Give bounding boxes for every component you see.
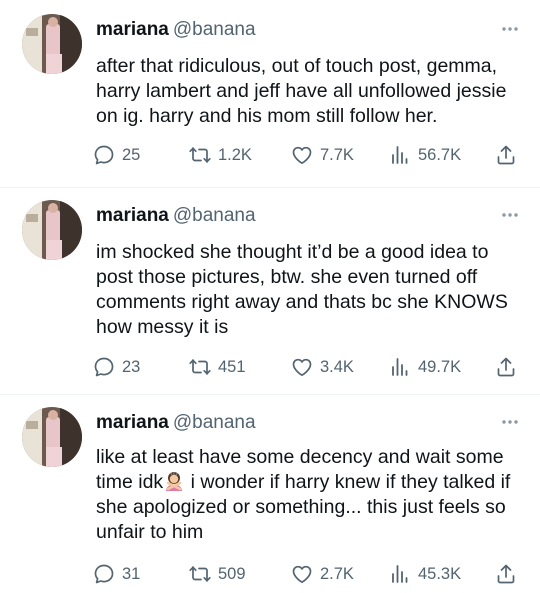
tweet[interactable]: mariana @banana like at least have some d…	[0, 395, 540, 593]
retweet-button[interactable]: 509	[188, 562, 246, 586]
reply-button[interactable]: 23	[92, 355, 140, 379]
share-icon	[497, 564, 515, 584]
tweet-header: mariana @banana	[96, 411, 256, 435]
tweet[interactable]: mariana @banana after that ridiculous, ou…	[0, 0, 540, 188]
reply-icon	[94, 564, 114, 584]
display-name[interactable]: mariana	[96, 205, 169, 226]
tweet-actions: 31 509 2.7K 45.3K	[92, 562, 524, 586]
more-icon[interactable]	[500, 210, 520, 220]
retweet-icon	[189, 359, 211, 375]
username-handle[interactable]: @banana	[173, 205, 256, 226]
like-button[interactable]: 7.7K	[290, 143, 354, 167]
tweet-actions: 23 451 3.4K 49.7K	[92, 355, 524, 379]
views-count: 49.7K	[418, 357, 462, 376]
reply-count: 31	[122, 564, 141, 583]
views-icon	[392, 358, 408, 376]
more-icon[interactable]	[500, 24, 520, 34]
views-button[interactable]: 56.7K	[388, 143, 461, 167]
views-count: 56.7K	[418, 145, 462, 164]
retweet-icon	[189, 147, 211, 163]
avatar[interactable]	[22, 407, 82, 467]
views-count: 45.3K	[418, 564, 462, 583]
views-button[interactable]: 45.3K	[388, 562, 461, 586]
tweet-actions: 25 1.2K 7.7K 56.7K	[92, 143, 524, 167]
tweet[interactable]: mariana @banana im shocked she thought it…	[0, 188, 540, 394]
views-button[interactable]: 49.7K	[388, 355, 461, 379]
like-count: 2.7K	[320, 564, 354, 583]
reply-icon	[94, 145, 114, 165]
like-count: 7.7K	[320, 145, 354, 164]
retweet-button[interactable]: 451	[188, 355, 246, 379]
display-name[interactable]: mariana	[96, 412, 169, 433]
retweet-icon	[189, 566, 211, 582]
woman-gesturing-no-emoji	[166, 472, 183, 491]
username-handle[interactable]: @banana	[173, 19, 256, 40]
share-button[interactable]	[494, 143, 518, 167]
share-icon	[497, 357, 515, 377]
username-handle[interactable]: @banana	[173, 412, 256, 433]
reply-button[interactable]: 25	[92, 143, 140, 167]
retweet-count: 1.2K	[218, 145, 252, 164]
tweet-header: mariana @banana	[96, 18, 256, 42]
reply-count: 23	[122, 357, 141, 376]
tweet-text-content: im shocked she thought it’d be a good id…	[96, 241, 508, 338]
reply-button[interactable]: 31	[92, 562, 140, 586]
views-icon	[392, 565, 408, 583]
tweet-text: im shocked she thought it’d be a good id…	[96, 240, 526, 340]
tweet-text: after that ridiculous, out of touch post…	[96, 54, 526, 129]
like-count: 3.4K	[320, 357, 354, 376]
tweet-text-content: after that ridiculous, out of touch post…	[96, 55, 507, 127]
avatar[interactable]	[22, 14, 82, 74]
tweet-text: like at least have some decency and wait…	[96, 445, 526, 545]
share-button[interactable]	[494, 355, 518, 379]
reply-icon	[94, 357, 114, 377]
more-icon[interactable]	[500, 417, 520, 427]
like-button[interactable]: 2.7K	[290, 562, 354, 586]
avatar[interactable]	[22, 200, 82, 260]
retweet-count: 451	[218, 357, 246, 376]
like-icon	[292, 146, 312, 165]
retweet-count: 509	[218, 564, 246, 583]
share-button[interactable]	[494, 562, 518, 586]
retweet-button[interactable]: 1.2K	[188, 143, 252, 167]
like-icon	[292, 358, 312, 377]
share-icon	[497, 145, 515, 165]
like-button[interactable]: 3.4K	[290, 355, 354, 379]
like-icon	[292, 565, 312, 584]
views-icon	[392, 146, 408, 164]
tweet-header: mariana @banana	[96, 204, 256, 228]
display-name[interactable]: mariana	[96, 19, 169, 40]
reply-count: 25	[122, 145, 141, 164]
